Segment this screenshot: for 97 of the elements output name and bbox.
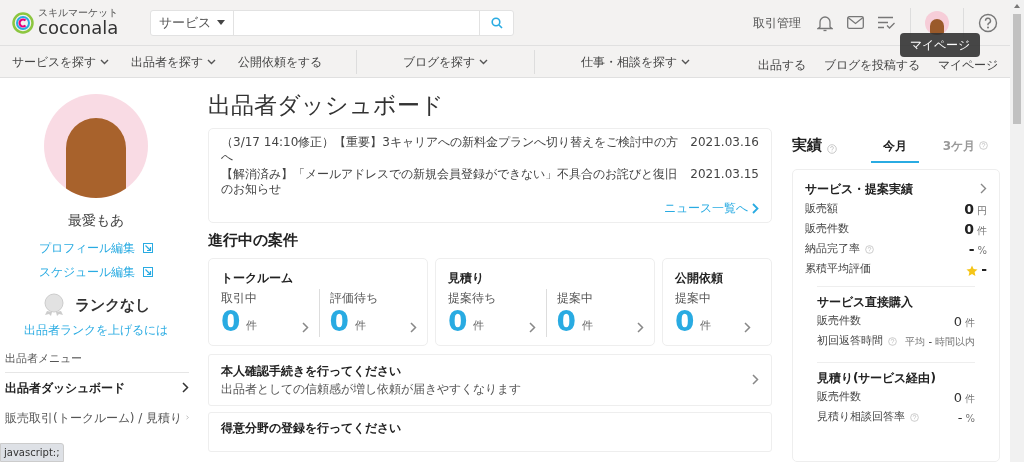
external-link-icon[interactable]: [143, 267, 153, 277]
metric-unit: %: [977, 244, 987, 258]
star-icon: [966, 265, 979, 277]
bell-icon[interactable]: [817, 13, 833, 32]
metric-unit: 件: [965, 315, 975, 330]
section-title: 進行中の案件: [208, 230, 299, 251]
metric-label: 見積り相談回答率: [817, 409, 905, 426]
help-icon[interactable]: [978, 12, 998, 33]
metric-value: -: [981, 260, 987, 279]
results-title: 実績: [792, 135, 822, 156]
nav-link[interactable]: 仕事・相談を探す: [581, 46, 690, 77]
nav-link[interactable]: サービスを探す: [12, 46, 109, 77]
stat-label: 評価待ち: [329, 289, 379, 307]
chevron-down-icon[interactable]: [681, 58, 690, 65]
logo-icon: [12, 11, 34, 34]
menu-item[interactable]: 販売取引(トークルーム) / 見積り: [5, 402, 189, 433]
metric-value: 0: [953, 313, 962, 330]
task-title: 得意分野の登録を行ってください: [221, 419, 401, 437]
caret-icon[interactable]: [217, 20, 225, 25]
card-title: 公開依頼: [675, 269, 724, 287]
task-title: 本人確認手続きを行ってください: [221, 362, 402, 380]
metric-label: 累積平均評価: [805, 261, 871, 278]
user-name: 最愛もあ: [68, 211, 124, 230]
metric-unit: 件: [965, 391, 975, 406]
news-date: 2021.03.16: [690, 135, 759, 150]
metric-value: -: [957, 409, 963, 426]
card-title: 見積り: [448, 269, 485, 287]
news-link[interactable]: （3/17 14:10修正）【重要】3キャリアへの新料金プランへ切り替えをご検討中の方へ: [221, 135, 681, 165]
card-title: サービス・提案実績: [805, 180, 913, 198]
task-card[interactable]: 本人確認手続きを行ってください 出品者としての信頼感が増し依頼が届きやすくなります: [208, 353, 772, 406]
nav-link[interactable]: 出品者を探す: [131, 46, 216, 77]
nav-link[interactable]: ブログを探す: [403, 46, 488, 77]
nav-link[interactable]: ブログを投稿する: [824, 56, 920, 74]
rank-medal-icon: [42, 293, 65, 317]
metric-label: 販売件数: [817, 313, 861, 330]
chevron-right-icon[interactable]: [182, 382, 189, 393]
subsection-title: サービス直接購入: [817, 293, 914, 311]
metric-label: 販売件数: [805, 221, 849, 238]
metric-value: 0: [953, 389, 962, 406]
status-bar: javascript:;: [0, 443, 64, 462]
subsection-title: 見積り(サービス経由): [817, 369, 937, 387]
page-title: 出品者ダッシュボード: [208, 91, 445, 120]
stat-count: 0: [221, 306, 241, 337]
mail-icon[interactable]: [847, 16, 864, 29]
stat-count: 0: [675, 306, 695, 337]
metric-value: 0: [964, 201, 974, 218]
metric-value: 0: [964, 221, 974, 238]
metric-unit: %: [965, 411, 975, 426]
metric-label: 販売額: [805, 201, 838, 218]
chevron-down-icon[interactable]: [479, 58, 488, 65]
checklist-icon[interactable]: [878, 16, 896, 29]
nav-link[interactable]: 公開依頼をする: [238, 46, 322, 77]
nav-link[interactable]: マイページ: [938, 56, 998, 74]
stat-label: 取引中: [221, 289, 258, 307]
stat-unit: 件: [246, 318, 258, 334]
news-date: 2021.03.15: [690, 167, 759, 182]
task-description: 出品者としての信頼感が増し依頼が届きやすくなります: [221, 380, 521, 398]
stat-unit: 件: [700, 318, 712, 334]
metric-unit: 件: [977, 224, 987, 238]
card-title: トークルーム: [221, 269, 294, 287]
stat-count: 0: [329, 306, 349, 337]
metric-value: -: [968, 241, 975, 258]
header-link[interactable]: 取引管理: [753, 13, 801, 32]
avatar-button[interactable]: [925, 10, 949, 35]
search-icon[interactable]: [490, 16, 503, 29]
logo-wordmark[interactable]: coconala: [38, 17, 119, 38]
stat-unit: 件: [582, 318, 593, 334]
metric-unit: 円: [977, 204, 987, 218]
metric-unit: 時間以内: [935, 335, 975, 349]
metric-prefix: 平均: [905, 335, 926, 349]
chevron-down-icon[interactable]: [207, 58, 216, 65]
metric-label: 販売件数: [817, 389, 861, 406]
logo-tagline: スキルマーケット: [38, 7, 119, 18]
news-link[interactable]: 【解消済み】「メールアドレスでの新規会員登録ができない」不具合のお詫びと復旧のお知らせ: [221, 167, 681, 197]
stat-label: 提案中: [675, 289, 712, 307]
metric-label: 納品完了率: [805, 241, 860, 258]
stat-count: 0: [448, 306, 468, 337]
external-link-icon[interactable]: [143, 243, 153, 253]
stat-label: 提案中: [556, 289, 594, 307]
tooltip: マイページ: [900, 33, 980, 57]
task-card[interactable]: 得意分野の登録を行ってください: [208, 411, 772, 452]
stat-unit: 件: [355, 318, 366, 334]
period-tab[interactable]: 今月: [870, 136, 919, 163]
stat-unit: 件: [473, 318, 485, 334]
metric-label: 初回返答時間: [817, 333, 883, 350]
rank-label: ランクなし: [74, 294, 150, 316]
stat-count: 0: [556, 306, 576, 337]
menu-item[interactable]: 出品者ダッシュボード: [5, 372, 189, 403]
chevron-down-icon[interactable]: [100, 58, 109, 65]
search-field[interactable]: サービス: [150, 9, 514, 36]
scrollbar-thumb[interactable]: [1013, 14, 1021, 124]
stat-label: 提案待ち: [448, 289, 497, 307]
category-dropdown[interactable]: サービス: [151, 10, 234, 35]
scroll-up-arrow-icon[interactable]: [1014, 4, 1020, 8]
menu-heading: 出品者メニュー: [5, 351, 189, 373]
nav-link[interactable]: 出品する: [758, 56, 806, 74]
metric-value: -: [928, 335, 932, 349]
